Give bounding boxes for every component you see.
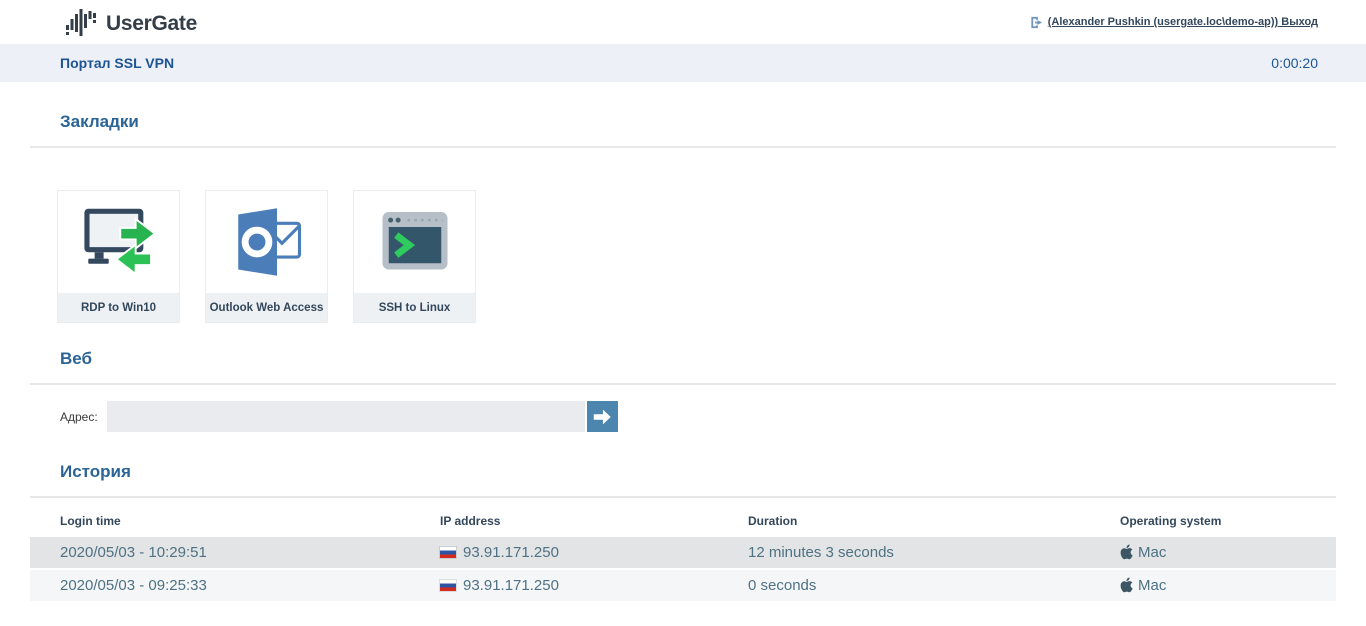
web-heading: Веб (60, 349, 93, 368)
bookmark-tiles: RDP to Win10 Outlook Web Access SSH to L… (57, 190, 1336, 323)
col-login-time: Login time (60, 514, 121, 528)
section-divider (30, 496, 1336, 498)
rdp-monitor-icon (58, 191, 179, 293)
address-input[interactable] (106, 401, 585, 432)
os-cell: Mac (1120, 537, 1336, 568)
history-heading: История (60, 462, 131, 481)
user-area: (Alexander Pushkin (usergate.loc\demo-ap… (1029, 15, 1318, 30)
usergate-logo-icon (66, 8, 96, 36)
russia-flag-icon (440, 546, 456, 558)
portal-title: Портал SSL VPN (60, 55, 175, 71)
history-row: 2020/05/03 - 09:25:33 93.91.171.250 0 se… (30, 570, 1336, 601)
ssl-vpn-portal-page: UserGate (Alexander Pushkin (usergate.lo… (0, 0, 1366, 603)
login-time-cell: 2020/05/03 - 09:25:33 (60, 577, 207, 594)
os-value: Mac (1138, 544, 1167, 561)
terminal-icon (354, 191, 475, 293)
section-divider (30, 146, 1336, 148)
usergate-logo: UserGate (66, 8, 197, 36)
go-button[interactable] (586, 401, 618, 432)
usergate-logo-text: UserGate (106, 11, 197, 35)
ip-cell: 93.91.171.250 (440, 537, 748, 568)
col-ip-address: IP address (440, 514, 501, 528)
os-cell: Mac (1120, 570, 1336, 601)
logout-icon[interactable] (1029, 15, 1044, 30)
login-time-cell: 2020/05/03 - 10:29:51 (60, 544, 207, 561)
history-table: Login time IP address Duration Operating… (30, 506, 1336, 603)
ip-value: 93.91.171.250 (463, 544, 559, 561)
duration-cell: 12 minutes 3 seconds (748, 544, 894, 561)
bookmark-tile-ssh[interactable]: SSH to Linux (353, 190, 476, 323)
col-operating-system: Operating system (1120, 514, 1222, 528)
bookmarks-section: Закладки RDP to Win10 Outlook Web Access… (30, 112, 1336, 323)
logout-link[interactable]: (Alexander Pushkin (usergate.loc\demo-ap… (1048, 16, 1318, 28)
bookmark-tile-rdp[interactable]: RDP to Win10 (57, 190, 180, 323)
section-divider (30, 383, 1336, 385)
ip-value: 93.91.171.250 (463, 577, 559, 594)
arrow-right-icon (593, 409, 611, 424)
ip-cell: 93.91.171.250 (440, 570, 748, 601)
apple-icon (1120, 544, 1133, 559)
history-header-row: Login time IP address Duration Operating… (30, 508, 1336, 535)
address-row: Адрес: (60, 401, 1336, 432)
session-timer: 0:00:20 (1271, 55, 1318, 71)
duration-cell: 0 seconds (748, 577, 817, 594)
bookmark-tile-label: SSH to Linux (354, 293, 475, 322)
outlook-icon (206, 191, 327, 293)
bookmark-tile-label: RDP to Win10 (58, 293, 179, 322)
bookmark-tile-outlook[interactable]: Outlook Web Access (205, 190, 328, 323)
history-row: 2020/05/03 - 10:29:51 93.91.171.250 12 m… (30, 537, 1336, 568)
russia-flag-icon (440, 579, 456, 591)
history-section: История Login time IP address Duration O… (30, 462, 1336, 603)
bookmarks-heading: Закладки (60, 112, 139, 131)
web-section: Веб Адрес: (30, 349, 1336, 432)
bookmark-tile-label: Outlook Web Access (206, 293, 327, 322)
address-label: Адрес: (60, 409, 98, 424)
col-duration: Duration (748, 514, 798, 528)
os-value: Mac (1138, 577, 1167, 594)
top-header: UserGate (Alexander Pushkin (usergate.lo… (0, 0, 1366, 44)
main-content: Закладки RDP to Win10 Outlook Web Access… (0, 112, 1366, 603)
portal-bar: Портал SSL VPN 0:00:20 (0, 44, 1366, 82)
apple-icon (1120, 577, 1133, 592)
